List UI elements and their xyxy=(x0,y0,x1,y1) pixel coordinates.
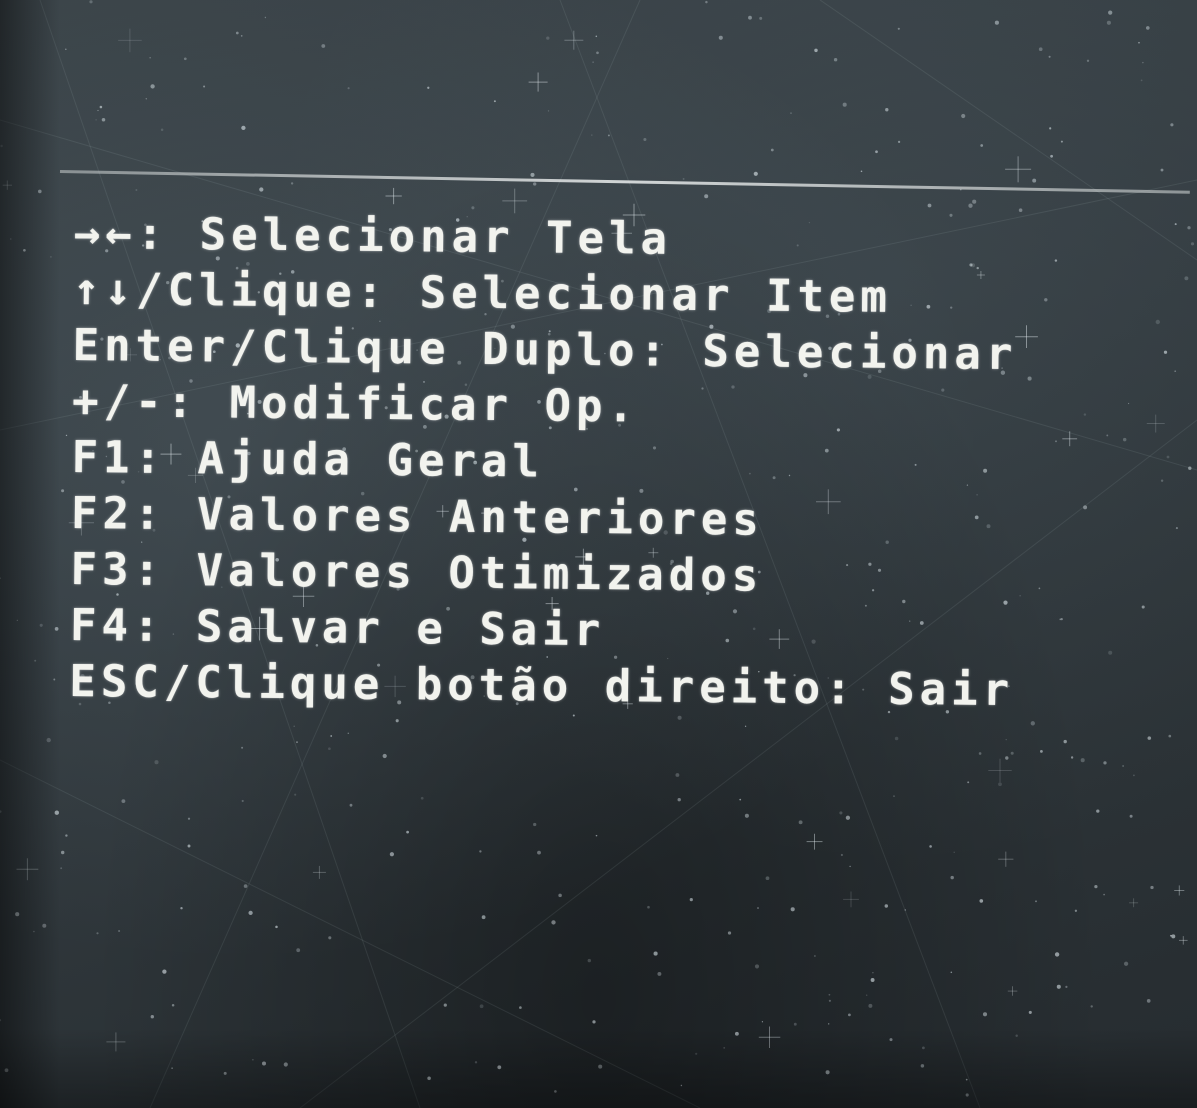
help-separator: : xyxy=(639,325,703,378)
help-separator: : xyxy=(136,208,200,261)
help-line-modify-option: +/-: Modificar Op. xyxy=(72,374,1017,439)
help-action: Valores Otimizados xyxy=(196,545,764,602)
help-line-esc-exit: ESC/Clique botão direito: Sair xyxy=(69,654,1014,719)
help-keys: Enter/Clique Duplo xyxy=(72,319,640,377)
help-action: Selecionar Tela xyxy=(199,209,673,265)
help-line-enter-select: Enter/Clique Duplo: Selecionar xyxy=(72,318,1017,383)
bios-screen: →←: Selecionar Tela ↑↓/Clique: Seleciona… xyxy=(0,0,1197,1108)
help-action: Selecionar xyxy=(702,326,1018,381)
help-line-select-item: ↑↓/Clique: Selecionar Item xyxy=(73,262,1018,327)
help-separator: : xyxy=(132,600,197,653)
help-separator: : xyxy=(824,663,889,715)
help-keys: →← xyxy=(73,207,137,260)
help-keys: +/- xyxy=(71,375,167,428)
help-separator: : xyxy=(133,488,198,541)
help-action: Modificar Op. xyxy=(229,377,640,433)
help-action: Valores Anteriores xyxy=(196,489,765,546)
help-line-f1-general-help: F1: Ajuda Geral xyxy=(71,430,1016,495)
help-keys: ESC/Clique botão direito xyxy=(69,655,826,715)
help-keys: F1 xyxy=(71,431,135,484)
help-action: Selecionar Item xyxy=(419,267,893,323)
help-separator: : xyxy=(134,432,198,485)
help-action: Salvar e Sair xyxy=(195,601,606,657)
help-keys: F2 xyxy=(70,487,135,540)
help-keys: ↑↓/Clique xyxy=(72,263,357,318)
help-action: Ajuda Geral xyxy=(197,433,545,488)
help-line-f2-previous-values: F2: Valores Anteriores xyxy=(71,486,1016,551)
help-separator: : xyxy=(133,544,197,597)
help-keys: F4 xyxy=(69,599,134,652)
help-keys: F3 xyxy=(70,543,134,596)
help-separator: : xyxy=(356,266,420,319)
key-help-panel: →←: Selecionar Tela ↑↓/Clique: Seleciona… xyxy=(69,206,1019,719)
help-action: Sair xyxy=(887,663,1015,717)
help-separator: : xyxy=(166,376,230,429)
help-line-f3-optimized-defaults: F3: Valores Otimizados xyxy=(70,542,1015,607)
help-line-f4-save-exit: F4: Salvar e Sair xyxy=(70,598,1015,663)
help-line-select-screen: →←: Selecionar Tela xyxy=(73,206,1018,271)
